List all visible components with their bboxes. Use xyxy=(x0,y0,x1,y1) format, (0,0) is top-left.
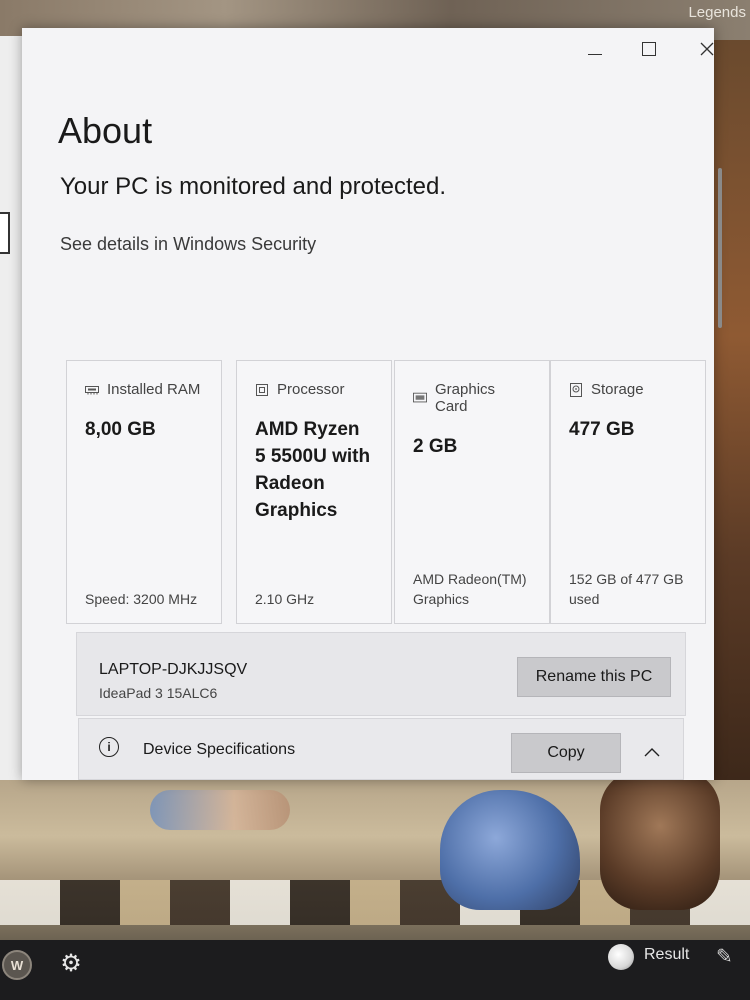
spec-card-value: 477 GB xyxy=(569,419,635,440)
device-specifications-label: Device Specifications xyxy=(143,741,296,758)
spec-card-value: 2 GB xyxy=(413,436,458,457)
scrollbar-thumb[interactable] xyxy=(718,168,722,328)
pencil-icon[interactable]: ✎ xyxy=(716,944,733,969)
device-model: IdeaPad 3 15ALC6 xyxy=(99,685,218,701)
rename-pc-button[interactable]: Rename this PC xyxy=(517,657,671,697)
chevron-up-icon xyxy=(644,748,660,757)
spec-card-header: Storage xyxy=(569,381,687,398)
spec-card-header: Installed RAM xyxy=(85,381,203,398)
device-specifications-header[interactable]: i Device Specifications Copy xyxy=(78,718,684,780)
spec-card-footer: 152 GB of 477 GB used xyxy=(569,571,684,607)
copy-button[interactable]: Copy xyxy=(511,733,621,773)
graphics-card-icon xyxy=(413,392,427,404)
spec-card-footer: Speed: 3200 MHz xyxy=(85,591,198,607)
settings-gear-icon[interactable]: ⚙ xyxy=(58,950,84,977)
ram-icon xyxy=(85,384,99,396)
close-icon xyxy=(700,42,714,56)
device-name-panel: LAPTOP-DJKJJSQV IdeaPad 3 15ALC6 Rename … xyxy=(76,632,686,716)
page-title: About xyxy=(58,110,153,151)
spec-card-ram: Installed RAM 8,00 GB Speed: 3200 MHz xyxy=(66,360,222,624)
maximize-icon xyxy=(642,42,656,56)
spec-card-footer: AMD Radeon(TM) Graphics xyxy=(413,571,527,607)
windows-security-link[interactable]: See details in Windows Security xyxy=(60,234,316,255)
processor-icon xyxy=(255,383,269,396)
wallpaper-figure xyxy=(150,790,290,830)
taskbar-app-icon[interactable]: W xyxy=(2,950,32,980)
spec-card-storage: Storage 477 GB 152 GB of 477 GB used xyxy=(550,360,706,624)
taskbar-result-label[interactable]: Result xyxy=(644,946,689,964)
spec-card-value: 8,00 GB xyxy=(85,419,156,440)
spec-card-header: Processor xyxy=(255,381,373,398)
wallpaper-figure xyxy=(600,770,720,910)
storage-icon xyxy=(569,382,583,397)
spec-card-label: Installed RAM xyxy=(107,381,201,398)
info-icon: i xyxy=(99,737,119,757)
taskbar xyxy=(0,940,750,1000)
minimize-icon xyxy=(588,53,602,55)
maximize-button[interactable] xyxy=(634,34,664,64)
spec-cards: Installed RAM 8,00 GB Speed: 3200 MHz Pr… xyxy=(66,360,706,628)
spec-card-label: Processor xyxy=(277,381,345,398)
spec-card-graphics: Graphics Card 2 GB AMD Radeon(TM) Graphi… xyxy=(394,360,550,624)
protection-status: Your PC is monitored and protected. xyxy=(60,173,447,200)
spec-card-header: Graphics Card xyxy=(413,381,531,415)
minimize-button[interactable] xyxy=(580,34,610,64)
collapse-button[interactable] xyxy=(639,739,665,765)
spec-card-value: AMD Ryzen 5 5500U with Radeon Graphics xyxy=(255,419,371,521)
spec-card-label: Graphics Card xyxy=(435,381,496,415)
desktop-corner-text: Legends xyxy=(688,4,746,21)
settings-about-window: About Your PC is monitored and protected… xyxy=(22,28,722,780)
spec-card-footer: 2.10 GHz xyxy=(255,591,315,607)
close-button[interactable] xyxy=(692,34,722,64)
wallpaper-right xyxy=(710,40,750,780)
spec-card-processor: Processor AMD Ryzen 5 5500U with Radeon … xyxy=(236,360,392,624)
device-name: LAPTOP-DJKJJSQV xyxy=(99,661,248,678)
background-window-control[interactable] xyxy=(0,212,10,254)
spec-card-label: Storage xyxy=(591,381,644,398)
title-bar[interactable] xyxy=(22,28,714,70)
soccer-ball-icon[interactable] xyxy=(608,944,634,970)
